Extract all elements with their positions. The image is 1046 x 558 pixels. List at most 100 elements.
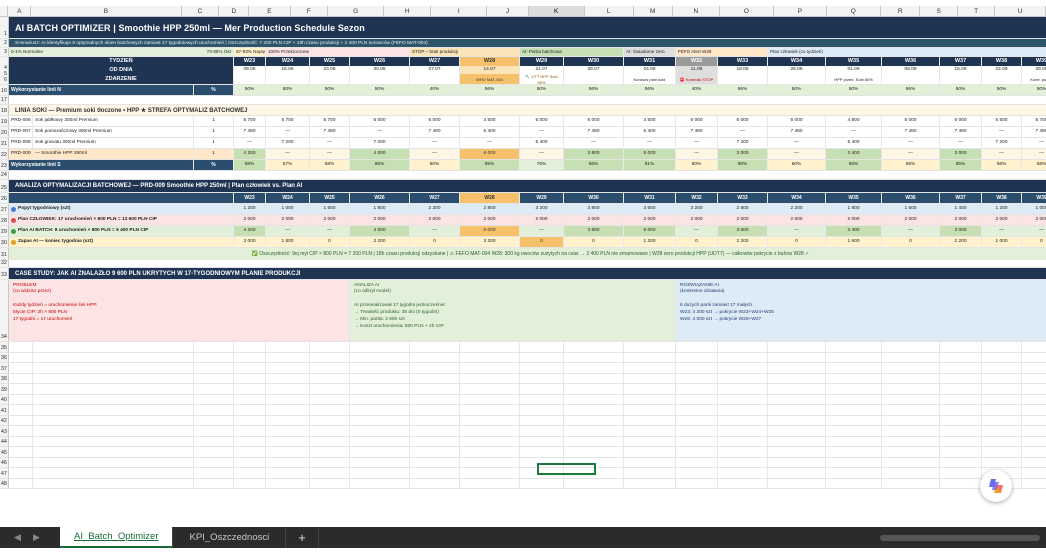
scrollbar-thumb[interactable] [880, 534, 1040, 541]
empty-cell[interactable] [410, 478, 460, 488]
row-number[interactable]: 20 [0, 127, 9, 137]
row-number[interactable]: 26 [0, 193, 9, 203]
analysis-value-w34[interactable]: 0 [768, 237, 826, 247]
product-qty-w23[interactable]: 5 700 [234, 116, 266, 126]
utilization-w23[interactable]: 50% [234, 85, 266, 95]
empty-cell[interactable] [310, 468, 350, 478]
empty-cell[interactable] [266, 342, 310, 352]
row-number[interactable]: 22 [0, 149, 9, 159]
analysis-value-w30[interactable]: 3 800 [564, 226, 624, 236]
utilization-w33[interactable]: 90% [718, 160, 768, 170]
copilot-button[interactable] [980, 470, 1012, 502]
analysis-week-w36[interactable]: W36 [882, 193, 940, 203]
analysis-week-w32[interactable]: W32 [676, 193, 718, 203]
utilization-w34[interactable]: 50% [768, 85, 826, 95]
empty-cell[interactable] [194, 468, 234, 478]
week-header-w38[interactable]: W38 22.09 [982, 57, 1022, 84]
empty-cell[interactable] [266, 373, 310, 383]
row-number[interactable]: 38 [0, 373, 9, 383]
empty-cell[interactable] [564, 394, 624, 404]
empty-cell[interactable] [882, 436, 940, 446]
empty-cell[interactable] [520, 426, 564, 436]
empty-cell[interactable] [826, 373, 882, 383]
analysis-week-w23[interactable]: W23 [234, 193, 266, 203]
analysis-week-w26[interactable]: W26 [350, 193, 410, 203]
row-number[interactable]: 2 [0, 39, 9, 47]
week-header-w36[interactable]: W36 08.09 [882, 57, 940, 84]
empty-cell[interactable] [624, 447, 676, 457]
analysis-value-w37[interactable]: 2 000 [940, 215, 982, 225]
empty-cell[interactable] [460, 468, 520, 478]
empty-cell[interactable] [350, 457, 410, 467]
empty-cell[interactable] [564, 415, 624, 425]
empty-cell[interactable] [460, 384, 520, 394]
row-number[interactable]: 18 [0, 105, 9, 115]
row-number[interactable]: 48 [0, 478, 9, 488]
product-unit[interactable]: 1 [194, 138, 234, 148]
product-qty-w36[interactable]: 5 000 [882, 116, 940, 126]
empty-cell[interactable] [194, 394, 234, 404]
empty-cell[interactable] [33, 426, 194, 436]
empty-cell[interactable] [676, 373, 718, 383]
empty-cell[interactable] [982, 352, 1022, 362]
empty-cell[interactable] [33, 436, 194, 446]
empty-cell[interactable] [266, 394, 310, 404]
utilization-w28[interactable]: 85% [460, 160, 520, 170]
week-header-w31[interactable]: W31 04.08 Konkurs plan kold [624, 57, 676, 84]
product-qty-w29[interactable]: 5 400 [520, 138, 564, 148]
empty-cell[interactable] [266, 352, 310, 362]
utilization-w27[interactable]: 60% [410, 160, 460, 170]
empty-cell[interactable] [718, 405, 768, 415]
empty-cell[interactable] [1022, 405, 1046, 415]
empty-cell[interactable] [882, 478, 940, 488]
horizontal-scrollbar[interactable] [319, 527, 1046, 548]
column-header-k[interactable]: K [528, 6, 585, 16]
empty-cell[interactable] [768, 342, 826, 352]
empty-cell[interactable] [350, 478, 410, 488]
empty-cell[interactable] [350, 352, 410, 362]
empty-cell[interactable] [882, 405, 940, 415]
empty-cell[interactable] [676, 342, 718, 352]
analysis-value-w34[interactable]: — [768, 226, 826, 236]
column-header-h[interactable]: H [384, 6, 432, 16]
empty-cell[interactable] [940, 405, 982, 415]
tab-ai-batch-optimizer[interactable]: AI_Batch_Optimizer [60, 527, 174, 548]
analysis-value-w28[interactable]: 2 000 [460, 215, 520, 225]
empty-cell[interactable] [234, 373, 266, 383]
analysis-week-w30[interactable]: W30 [564, 193, 624, 203]
empty-cell[interactable] [1022, 342, 1046, 352]
empty-cell[interactable] [826, 415, 882, 425]
empty-cell[interactable] [718, 352, 768, 362]
analysis-value-w39[interactable]: 1 000 [1022, 204, 1046, 214]
empty-cell[interactable] [410, 384, 460, 394]
product-unit[interactable]: 1 [194, 149, 234, 159]
empty-cell[interactable] [676, 363, 718, 373]
row-number[interactable]: 47 [0, 468, 9, 478]
empty-cell[interactable] [234, 457, 266, 467]
analysis-week-w34[interactable]: W34 [768, 193, 826, 203]
empty-cell[interactable] [9, 373, 33, 383]
empty-cell[interactable] [234, 342, 266, 352]
product-qty-w39[interactable]: 5 700 [1022, 116, 1046, 126]
active-cell-selection[interactable] [537, 463, 596, 475]
analysis-week-w27[interactable]: W27 [410, 193, 460, 203]
empty-cell[interactable] [982, 384, 1022, 394]
empty-cell[interactable] [266, 384, 310, 394]
row-number[interactable]: 36 [0, 352, 9, 362]
empty-cell[interactable] [940, 447, 982, 457]
product-qty-w31[interactable]: — [624, 138, 676, 148]
add-sheet-button[interactable]: + [286, 527, 319, 548]
empty-cell[interactable] [410, 426, 460, 436]
empty-cell[interactable] [768, 352, 826, 362]
product-qty-w32[interactable]: 7 480 [676, 127, 718, 137]
empty-cell[interactable] [768, 373, 826, 383]
empty-cell[interactable] [624, 342, 676, 352]
product-qty-w29[interactable]: — [520, 149, 564, 159]
empty-cell[interactable] [826, 426, 882, 436]
empty-cell[interactable] [460, 373, 520, 383]
column-header-c[interactable]: C [182, 6, 220, 16]
product-qty-w36[interactable]: — [882, 149, 940, 159]
empty-cell[interactable] [520, 394, 564, 404]
analysis-value-w39[interactable]: — [1022, 226, 1046, 236]
empty-cell[interactable] [350, 415, 410, 425]
